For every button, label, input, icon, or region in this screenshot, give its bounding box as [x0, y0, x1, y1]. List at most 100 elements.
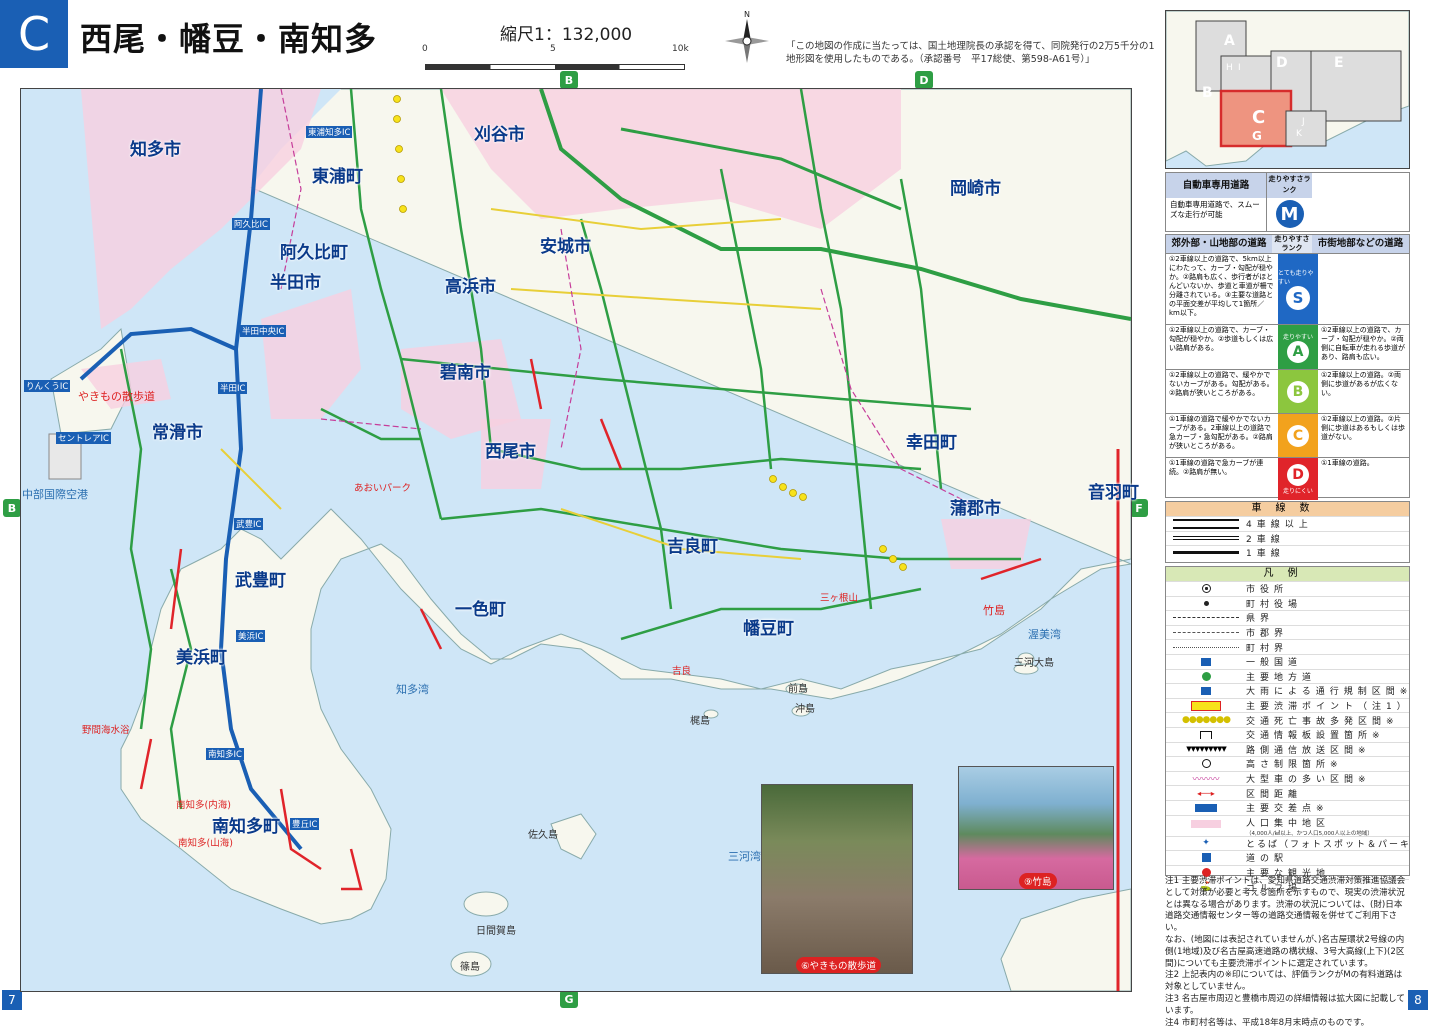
spot-label-yakimono[interactable]: やきもの散歩道: [78, 388, 155, 404]
rank-col-left: 郊外部・山地部の道路: [1166, 235, 1272, 253]
island-label: 篠島: [460, 962, 480, 973]
index-cell[interactable]: H: [1226, 63, 1233, 73]
city-label: 西尾市: [485, 442, 536, 462]
rank-d-note: 走りにくい: [1283, 487, 1313, 495]
city-label: 武豊町: [235, 571, 286, 591]
ic-label[interactable]: 阿久比IC: [232, 218, 270, 230]
legend-item: 市郡界: [1246, 629, 1289, 640]
index-cell[interactable]: A: [1224, 33, 1235, 49]
heavy-truck-icon: 〰〰〰: [1192, 775, 1220, 786]
footnote: 注1 主要渋滞ポイントは、愛知県道路交通渋滞対策推進協議会として対策が必要と考え…: [1165, 876, 1406, 934]
edge-tab-top-right[interactable]: D: [915, 71, 933, 89]
index-cell[interactable]: B: [1202, 85, 1213, 101]
index-cell[interactable]: J: [1302, 117, 1305, 127]
spot-label-takeshima[interactable]: 竹島: [983, 602, 1005, 618]
island-label: 三河大島: [1014, 658, 1054, 669]
spot-label-kira[interactable]: 吉良: [672, 663, 691, 677]
rank-row-c: ①1車線の道路で緩やかでないカーブがある。2車線以上の道路で急カーブ・急勾配があ…: [1166, 413, 1409, 457]
rank-row-s: ①2車線以上の道路で、5km以上にわたって、カーブ・勾配が穏やか。②路肩も広く、…: [1166, 253, 1409, 324]
spot-label-utsumi[interactable]: 南知多(内海): [176, 797, 231, 811]
ic-label[interactable]: 東浦知多IC: [306, 126, 353, 138]
spot-label-sangane[interactable]: 三ヶ根山: [820, 590, 858, 604]
index-map[interactable]: A B C D E G H I J K: [1165, 10, 1410, 169]
index-cell[interactable]: E: [1334, 55, 1344, 71]
intersection-icon: [1195, 803, 1217, 812]
legend-item: 一般国道: [1246, 658, 1303, 669]
city-label: 常滑市: [152, 423, 203, 443]
rank-col-right: 市街地部などの道路: [1312, 235, 1409, 253]
photo-takeshima: ⑨竹島: [958, 766, 1114, 890]
legend-item: 交通情報板設置箇所※: [1246, 731, 1385, 742]
rank-badge-a: A: [1287, 340, 1309, 363]
rank-a-right: ①2車線以上の道路で、カーブ・勾配が穏やか。②両側に自転車が走れる歩道があり、路…: [1321, 326, 1405, 361]
spot-label-noma[interactable]: 野間海水浴: [82, 722, 130, 736]
ic-label[interactable]: 南知多IC: [206, 748, 244, 760]
legend-item: 大型車の多い区間※: [1246, 775, 1371, 786]
city-label: 安城市: [540, 237, 591, 257]
copyright-note: 「この地図の作成に当たっては、国土地理院長の承認を得て、同院発行の2万5千分の1…: [786, 41, 1155, 65]
national-road-icon: [1201, 657, 1211, 666]
legend-item: 道の駅: [1246, 854, 1289, 865]
legend-item: 市役所: [1246, 585, 1289, 596]
town-border-icon: [1173, 646, 1239, 648]
lanes-legend: 車線数 4車線以上 2車線 1車線: [1165, 501, 1410, 563]
city-label: 半田市: [270, 273, 321, 293]
index-cell-current[interactable]: C: [1252, 107, 1265, 128]
section-distance-icon: ◂──▸: [1197, 788, 1215, 798]
ic-label[interactable]: 豊丘IC: [290, 818, 320, 830]
rank-s-left: ①2車線以上の道路で、5km以上にわたって、カーブ・勾配が穏やか。②路肩も広く、…: [1169, 255, 1274, 317]
scale-tick-0: 0: [422, 44, 428, 54]
lanes-1: 1車線: [1246, 549, 1285, 560]
city-label: 高浜市: [445, 277, 496, 297]
photo-spot-icon: ✦: [1202, 838, 1210, 849]
index-cell[interactable]: I: [1238, 63, 1241, 73]
spot-label-yamami[interactable]: 南知多(山海): [178, 835, 233, 849]
island-label: 梶島: [690, 716, 710, 727]
island-label: 前島: [788, 684, 808, 695]
ic-label[interactable]: 半田中央IC: [240, 325, 287, 337]
ic-label[interactable]: セントレアIC: [56, 432, 111, 444]
lanes-2: 2車線: [1246, 534, 1285, 545]
scale-label: 縮尺1：132,000: [500, 25, 633, 45]
map-legend: 凡例 市役所 町村役場 県界 市郡界 町村界 一般国道 主要地方道 大雨による通…: [1165, 566, 1410, 894]
legend-item: 主要渋滞ポイント（注1）: [1246, 702, 1409, 713]
water-label: 知多湾: [396, 683, 429, 696]
page-number-right: 8: [1408, 990, 1428, 1010]
rank-a-note: 走りやすい: [1282, 333, 1313, 341]
legend-item: 町村役場: [1246, 599, 1303, 610]
island-label: 日間賀島: [476, 926, 516, 937]
dense-area-icon: [1191, 819, 1221, 828]
dense-note: （4,000人/㎢以上、かつ人口5,000人以上の地域）: [1246, 830, 1373, 837]
edge-tab-top-left[interactable]: B: [560, 71, 578, 89]
index-cell[interactable]: G: [1252, 129, 1262, 143]
index-cell[interactable]: D: [1276, 55, 1288, 71]
city-label: 蒲郡市: [950, 499, 1001, 519]
legend-item: 町村界: [1246, 643, 1289, 654]
index-cell[interactable]: K: [1296, 129, 1302, 139]
rank-s-note: とても走りやすい: [1278, 270, 1314, 286]
spot-label-aoi[interactable]: あおいパーク: [354, 480, 411, 494]
edge-tab-bottom[interactable]: G: [560, 990, 578, 1008]
rank-d-left: ①1車線の道路で急カーブが連続。②路肩が無い。: [1169, 459, 1264, 476]
rank-row-d: ①1車線の道路で急カーブが連続。②路肩が無い。 D 走りにくい ①1車線の道路。: [1166, 457, 1409, 500]
edge-tab-left[interactable]: B: [3, 499, 21, 517]
scale-tick-10: 10k: [672, 44, 689, 54]
pref-road-icon: [1201, 671, 1211, 681]
legend-item: 大雨による通行規制区間※: [1246, 687, 1409, 698]
accident-zone-icon: ●●●●●●●: [1182, 715, 1231, 726]
legend-item: 主要地方道: [1246, 672, 1317, 683]
photo-caption: ⑥やきもの散歩道: [796, 957, 882, 973]
rank-badge-d: D: [1287, 463, 1309, 486]
ic-label[interactable]: 美浜IC: [236, 630, 266, 642]
city-label: 南知多町: [212, 817, 280, 837]
rank-badge-c: C: [1287, 424, 1309, 447]
roadside-station-icon: [1201, 853, 1211, 863]
ic-label[interactable]: 武豊IC: [234, 518, 264, 530]
ic-label[interactable]: 半田IC: [218, 382, 248, 394]
ic-label[interactable]: りんくうIC: [24, 380, 71, 392]
photo-yakimono: ⑥やきもの散歩道: [761, 784, 913, 974]
water-label: 三河湾: [728, 850, 761, 863]
legend-item: とるば（フォトスポット＆パーキング）: [1246, 839, 1409, 850]
city-label: 碧南市: [440, 363, 491, 383]
radio-zone-icon: ▼▼▼▼▼▼▼▼▼: [1186, 745, 1226, 754]
